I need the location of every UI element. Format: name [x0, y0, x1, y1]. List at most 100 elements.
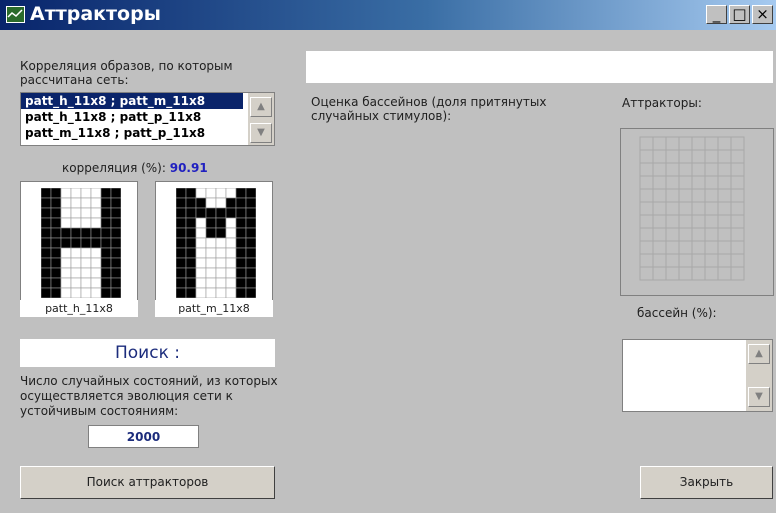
pattern-cell: [225, 207, 237, 219]
grid-cell: [717, 149, 732, 164]
pattern-cell: [60, 277, 72, 289]
grid-cell: [665, 188, 680, 203]
pattern-cell: [235, 277, 247, 289]
close-button[interactable]: Закрыть: [640, 466, 773, 499]
pattern-1-view: [20, 181, 138, 313]
pattern-cell: [176, 197, 187, 209]
pattern-cell: [235, 267, 247, 279]
list-item[interactable]: patt_h_11x8 ; patt_m_11x8: [21, 93, 243, 109]
random-states-input[interactable]: 2000: [88, 425, 199, 448]
grid-cell: [665, 201, 680, 216]
list-item[interactable]: patt_m_11x8 ; patt_p_11x8: [21, 125, 274, 141]
pattern-cell: [245, 257, 256, 269]
minimize-button[interactable]: _: [706, 5, 727, 24]
search-attractors-button[interactable]: Поиск аттракторов: [20, 466, 275, 499]
pattern-cell: [225, 287, 237, 298]
grid-cell: [717, 175, 732, 190]
scroll-down-icon[interactable]: ▼: [250, 123, 272, 143]
window-title: Аттракторы: [30, 3, 161, 25]
grid-cell: [704, 266, 719, 281]
pattern-cell: [195, 247, 207, 259]
pattern-cell: [90, 217, 102, 229]
grid-cell: [730, 253, 745, 268]
pattern-cell: [60, 237, 72, 249]
pattern-cell: [60, 207, 72, 219]
pattern-pairs-list[interactable]: patt_h_11x8 ; patt_m_11x8 patt_h_11x8 ; …: [20, 92, 275, 146]
pattern-cell: [60, 217, 72, 229]
pattern-cell: [245, 188, 256, 199]
pattern-cell: [110, 237, 121, 249]
pattern-cell: [100, 277, 112, 289]
pattern-cell: [176, 237, 187, 249]
pattern-cell: [215, 287, 227, 298]
pattern-cell: [70, 207, 82, 219]
maximize-button[interactable]: □: [729, 5, 750, 24]
grid-cell: [639, 240, 654, 255]
attractors-heading: Аттракторы:: [622, 96, 702, 110]
list-item[interactable]: patt_h_11x8 ; patt_p_11x8: [21, 109, 274, 125]
pattern-cell: [245, 277, 256, 289]
grid-cell: [652, 253, 667, 268]
grid-cell: [665, 149, 680, 164]
pattern-cell: [80, 257, 92, 269]
grid-cell: [639, 253, 654, 268]
pattern-cell: [245, 227, 256, 239]
pattern-cell: [195, 188, 207, 199]
grid-cell: [652, 227, 667, 242]
pattern-cell: [50, 227, 62, 239]
grid-cell: [652, 201, 667, 216]
pattern-cell: [110, 287, 121, 298]
pattern-cell: [60, 227, 72, 239]
grid-cell: [678, 136, 693, 151]
pattern-cell: [235, 237, 247, 249]
pattern-cell: [70, 217, 82, 229]
pattern-cell: [215, 188, 227, 199]
pattern-cell: [70, 277, 82, 289]
close-window-button[interactable]: ×: [752, 5, 773, 24]
pattern-cell: [185, 188, 197, 199]
scroll-down-icon[interactable]: ▼: [748, 387, 770, 407]
pattern-cell: [50, 197, 62, 209]
pattern-cell: [70, 197, 82, 209]
pattern-cell: [215, 197, 227, 209]
pattern-cell: [70, 287, 82, 298]
grid-cell: [665, 162, 680, 177]
grid-cell: [665, 227, 680, 242]
grid-cell: [678, 188, 693, 203]
pattern-cell: [110, 207, 121, 219]
pattern-cell: [70, 257, 82, 269]
pattern-cell: [195, 227, 207, 239]
pattern-cell: [80, 237, 92, 249]
pattern-cell: [205, 277, 217, 289]
grid-cell: [678, 253, 693, 268]
scroll-up-icon[interactable]: ▲: [250, 97, 272, 117]
grid-cell: [652, 162, 667, 177]
pattern-cell: [195, 237, 207, 249]
pattern-cell: [90, 197, 102, 209]
list-scrollbar[interactable]: ▲ ▼: [248, 93, 274, 145]
pattern-cell: [80, 247, 92, 259]
basin-list[interactable]: ▲ ▼: [622, 339, 773, 412]
grid-cell: [639, 214, 654, 229]
scroll-up-icon[interactable]: ▲: [748, 344, 770, 364]
pattern-cell: [110, 257, 121, 269]
grid-cell: [704, 240, 719, 255]
pattern-cell: [50, 207, 62, 219]
grid-cell: [665, 253, 680, 268]
grid-cell: [691, 240, 706, 255]
pattern-cell: [176, 277, 187, 289]
grid-cell: [678, 214, 693, 229]
pattern-cell: [176, 227, 187, 239]
pattern-cell: [100, 247, 112, 259]
grid-cell: [652, 240, 667, 255]
grid-cell: [730, 227, 745, 242]
basin-list-scrollbar[interactable]: ▲ ▼: [746, 340, 772, 411]
grid-cell: [678, 240, 693, 255]
grid-cell: [678, 149, 693, 164]
pattern-cell: [215, 217, 227, 229]
pattern-cell: [60, 197, 72, 209]
grid-cell: [691, 227, 706, 242]
pattern-cell: [195, 277, 207, 289]
pattern-cell: [195, 217, 207, 229]
pattern-cell: [60, 257, 72, 269]
